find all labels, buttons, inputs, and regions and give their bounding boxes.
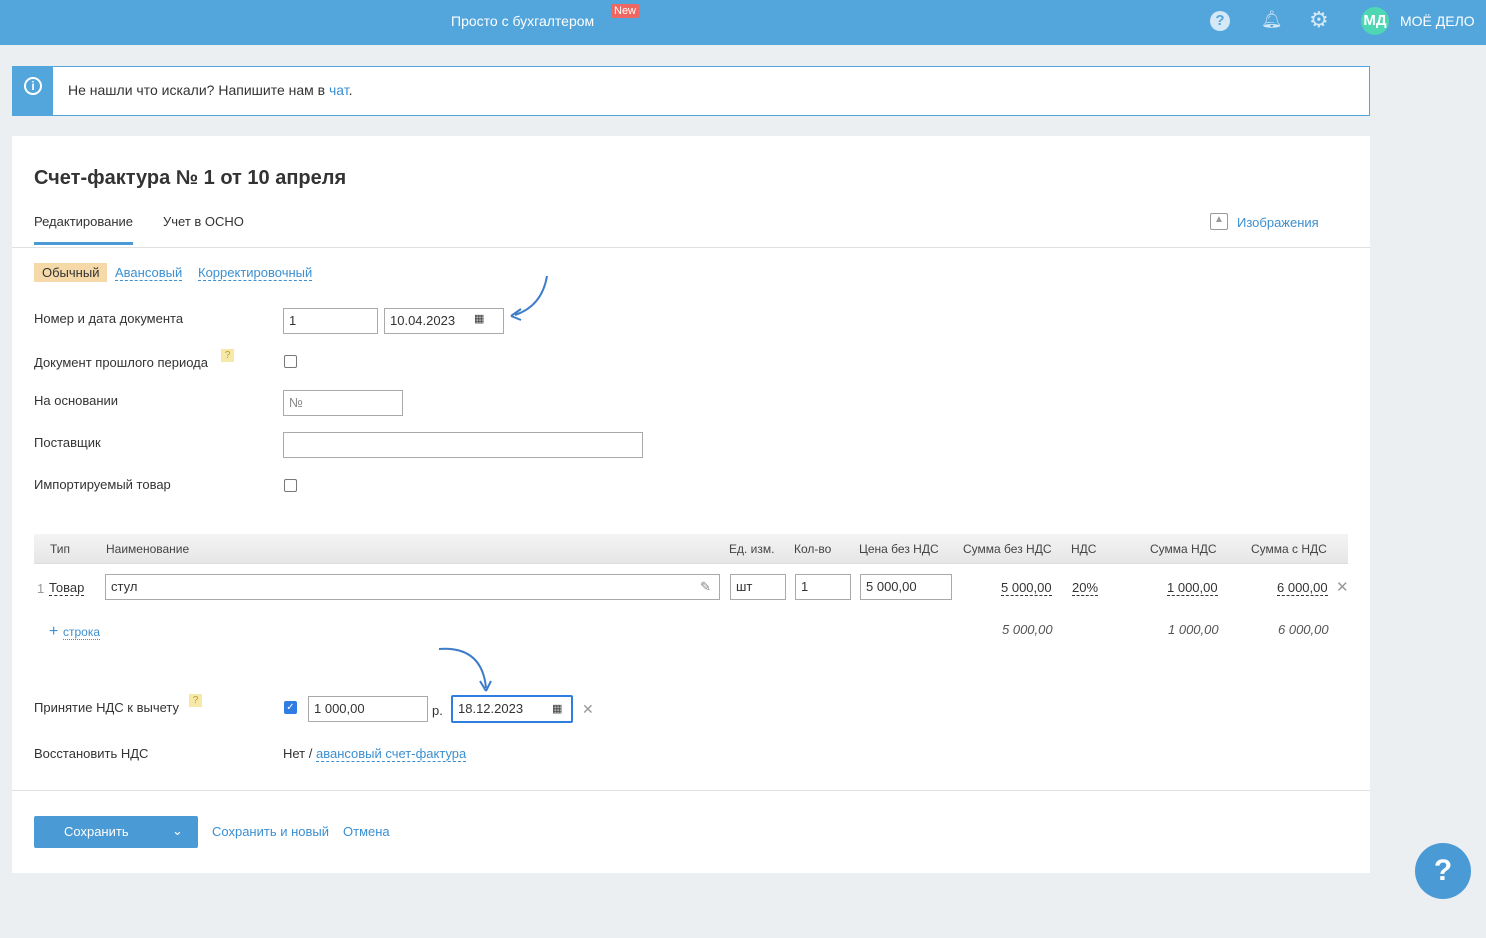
- calendar-icon[interactable]: ▦: [474, 312, 484, 325]
- deduct-label: Принятие НДС к вычету: [34, 700, 180, 715]
- row-name-input[interactable]: стул: [105, 574, 720, 600]
- clear-date-icon[interactable]: ✕: [582, 701, 594, 718]
- row-sum[interactable]: 5 000,00: [1001, 580, 1052, 596]
- promo-link[interactable]: Просто с бухгалтером: [451, 13, 594, 29]
- info-banner: i Не нашли что искали? Напишите нам в ча…: [12, 66, 1370, 116]
- save-button[interactable]: Сохранить ⌄: [34, 816, 198, 848]
- row-total[interactable]: 6 000,00: [1277, 580, 1328, 596]
- total-sum: 5 000,00: [1002, 622, 1053, 637]
- col-name: Наименование: [106, 542, 190, 556]
- divider: [12, 247, 1370, 248]
- row-vat-sum[interactable]: 1 000,00: [1167, 580, 1218, 596]
- col-unit: Ед. изм.: [729, 542, 775, 556]
- help-icon[interactable]: ?: [1210, 11, 1230, 31]
- info-icon: i: [13, 67, 53, 115]
- new-badge: New: [611, 4, 640, 18]
- col-sum: Сумма без НДС: [963, 542, 1052, 556]
- total-with-vat: 6 000,00: [1278, 622, 1329, 637]
- type-regular[interactable]: Обычный: [34, 263, 108, 282]
- gear-icon[interactable]: ⚙: [1309, 7, 1329, 33]
- import-checkbox[interactable]: [284, 479, 297, 492]
- avatar[interactable]: МД: [1361, 7, 1389, 35]
- divider: [12, 790, 1370, 791]
- save-new-link[interactable]: Сохранить и новый: [212, 824, 329, 839]
- tab-osno[interactable]: Учет в ОСНО: [163, 214, 244, 229]
- pencil-icon[interactable]: ✎: [700, 579, 711, 595]
- total-vat-sum: 1 000,00: [1168, 622, 1219, 637]
- chevron-down-icon[interactable]: ⌄: [172, 823, 183, 839]
- restore-label: Восстановить НДС: [34, 746, 149, 761]
- restore-value: Нет: [283, 746, 306, 761]
- col-vat: НДС: [1071, 542, 1097, 556]
- arrow-annotation: [438, 647, 492, 692]
- currency-label: р.: [432, 703, 443, 718]
- type-advance[interactable]: Авансовый: [115, 265, 183, 281]
- past-period-label: Документ прошлого периода: [34, 355, 208, 370]
- col-price: Цена без НДС: [859, 542, 939, 556]
- past-period-checkbox[interactable]: [284, 355, 297, 368]
- row-unit-input[interactable]: шт: [730, 574, 786, 600]
- delete-row-icon[interactable]: ✕: [1336, 578, 1349, 596]
- col-type: Тип: [50, 542, 71, 556]
- deduct-checkbox[interactable]: ✓: [284, 701, 297, 714]
- import-label: Импортируемый товар: [34, 477, 171, 492]
- row-number: 1: [37, 581, 45, 596]
- type-correction[interactable]: Корректировочный: [198, 265, 313, 281]
- col-vat-sum: Сумма НДС: [1150, 542, 1217, 556]
- cancel-link[interactable]: Отмена: [343, 824, 390, 839]
- brand-name[interactable]: МОЁ ДЕЛО: [1400, 13, 1475, 29]
- banner-text: Не нашли что искали? Напишите нам в: [68, 82, 329, 98]
- supplier-label: Поставщик: [34, 435, 101, 450]
- row-price-input[interactable]: 5 000,00: [860, 574, 952, 600]
- row-vat[interactable]: 20%: [1072, 580, 1099, 596]
- supplier-input[interactable]: [283, 432, 643, 458]
- basis-label: На основании: [34, 393, 119, 408]
- invoice-card: Счет-фактура № 1 от 10 апреля Редактиров…: [12, 136, 1370, 873]
- col-qty: Кол-во: [794, 542, 832, 556]
- tab-editing[interactable]: Редактирование: [34, 214, 134, 245]
- row-type[interactable]: Товар: [49, 580, 85, 596]
- help-fab[interactable]: ?: [1415, 843, 1471, 899]
- bell-icon[interactable]: 🔔︎: [1261, 10, 1283, 30]
- question-icon: ?: [1433, 854, 1453, 887]
- deduct-amount-input[interactable]: 1 000,00: [308, 696, 428, 722]
- doc-number-input[interactable]: 1: [283, 308, 378, 334]
- save-label: Сохранить: [64, 824, 129, 839]
- help-hint-icon[interactable]: ?: [221, 349, 234, 362]
- basis-input[interactable]: №: [283, 390, 403, 416]
- add-row-link[interactable]: строка: [63, 625, 101, 640]
- row-qty-input[interactable]: 1: [795, 574, 851, 600]
- images-link[interactable]: Изображения: [1237, 215, 1319, 230]
- separator: /: [305, 746, 316, 761]
- page-title: Счет-фактура № 1 от 10 апреля: [34, 167, 347, 189]
- doc-label: Номер и дата документа: [34, 311, 184, 326]
- doc-date-input[interactable]: 10.04.2023: [384, 308, 504, 334]
- chat-link[interactable]: чат: [329, 82, 349, 98]
- banner-end: .: [348, 82, 353, 98]
- table-header: Тип Наименование Ед. изм. Кол-во Цена бе…: [34, 534, 1348, 564]
- help-hint-icon[interactable]: ?: [189, 694, 202, 707]
- top-bar: Просто с бухгалтером New ? 🔔︎ ⚙ МД МОЁ Д…: [0, 0, 1486, 45]
- calendar-icon[interactable]: ▦: [552, 702, 562, 715]
- image-icon[interactable]: ▲: [1210, 213, 1228, 230]
- arrow-annotation: [510, 275, 548, 321]
- plus-icon[interactable]: +: [49, 623, 58, 641]
- advance-invoice-link[interactable]: авансовый счет-фактура: [315, 746, 467, 762]
- col-total: Сумма с НДС: [1251, 542, 1327, 556]
